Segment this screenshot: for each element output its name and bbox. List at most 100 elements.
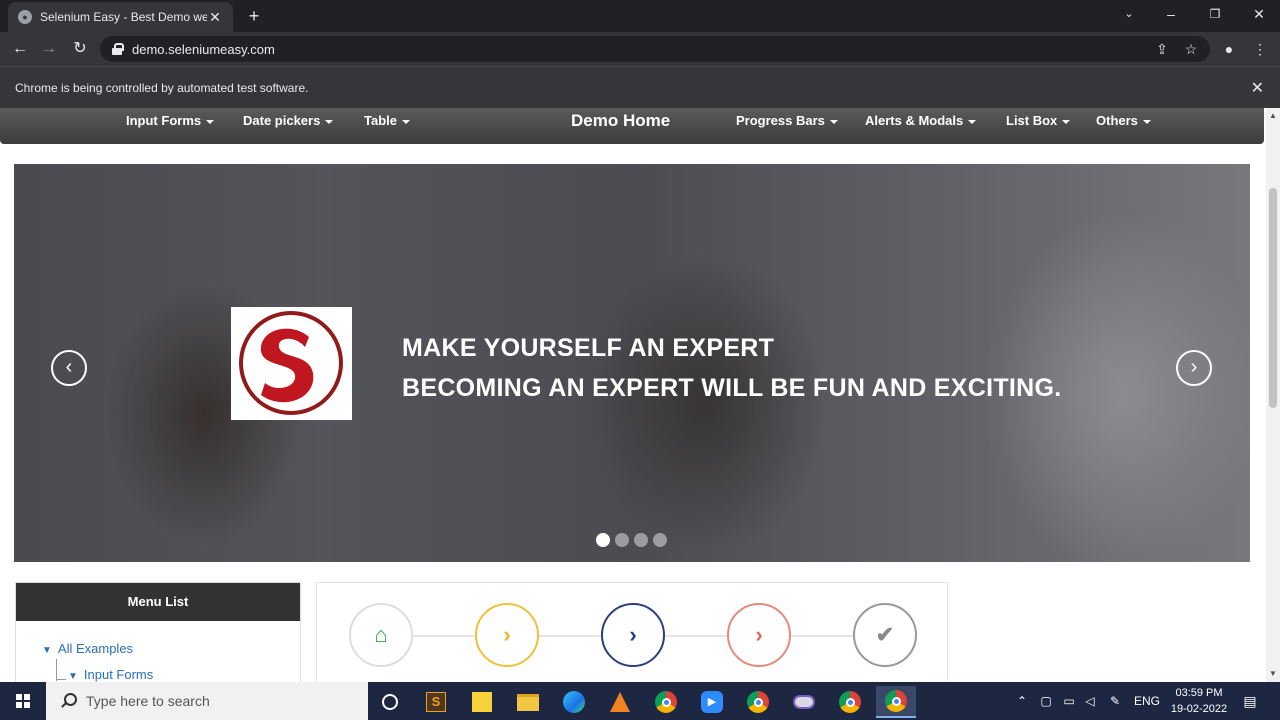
nav-date-pickers[interactable]: Date pickers [243, 113, 334, 128]
sublime-text-icon[interactable]: S [416, 686, 456, 718]
home-icon: ⌂ [374, 622, 388, 647]
meet-now-icon[interactable]: ▢ [1036, 682, 1056, 720]
nav-label: List Box [1006, 113, 1058, 128]
carousel-overlay [14, 164, 1250, 562]
nav-label: Alerts & Modals [865, 113, 964, 128]
start-button[interactable] [0, 682, 46, 720]
pen-icon[interactable]: ✎ [1104, 682, 1126, 720]
cortana-icon[interactable] [370, 686, 410, 718]
nav-label: Table [364, 113, 397, 128]
vlc-icon[interactable] [600, 686, 640, 718]
share-icon[interactable]: ⇪ [1152, 39, 1172, 59]
taskbar-clock[interactable]: 03:59 PM 19-02-2022 [1168, 685, 1230, 717]
hero-carousel: MAKE YOURSELF AN EXPERT BECOMING AN EXPE… [14, 164, 1250, 562]
tab-search-icon[interactable]: ⌄ [1106, 0, 1152, 30]
tree-item-all-examples[interactable]: ▼ All Examples [42, 641, 133, 656]
chevron-right-icon: › [629, 622, 637, 647]
step-home[interactable]: ⌂ [349, 603, 413, 667]
taskbar-search-placeholder: Type here to search [86, 693, 210, 709]
language-indicator[interactable]: ENG [1132, 682, 1162, 720]
carousel-dot[interactable] [596, 533, 610, 547]
scrollbar-thumb[interactable] [1269, 188, 1277, 408]
nav-label: Others [1096, 113, 1138, 128]
tab-close-icon[interactable]: ✕ [207, 9, 223, 26]
automation-infobar: Chrome is being controlled by automated … [0, 66, 1280, 108]
chrome-profile-icon[interactable] [830, 686, 870, 718]
globe-icon: ● [18, 10, 32, 24]
edge-icon[interactable] [554, 686, 594, 718]
scroll-up-icon[interactable]: ▲ [1269, 112, 1277, 120]
page-content: Input Forms Date pickers Table Demo Home… [0, 108, 1266, 682]
caret-down-icon [402, 119, 410, 124]
nav-alerts-modals[interactable]: Alerts & Modals [865, 113, 977, 128]
sticky-notes-icon[interactable] [462, 686, 502, 718]
carousel-indicators [596, 533, 667, 547]
address-bar[interactable]: demo.seleniumeasy.com [100, 36, 1210, 62]
carousel-dot[interactable] [653, 533, 667, 547]
infobar-text: Chrome is being controlled by automated … [15, 80, 309, 95]
tree-label: All Examples [57, 641, 134, 656]
browser-tab[interactable]: ● Selenium Easy - Best Demo webs ✕ [8, 2, 233, 32]
carousel-headline: MAKE YOURSELF AN EXPERT [402, 334, 775, 362]
carousel-subheadline: BECOMING AN EXPERT WILL BE FUN AND EXCIT… [402, 374, 1062, 402]
chevron-right-icon: › [755, 622, 763, 647]
chrome-profile-icon[interactable] [738, 686, 778, 718]
nav-input-forms[interactable]: Input Forms [126, 113, 215, 128]
carousel-next-icon[interactable]: › [1176, 350, 1212, 386]
carousel-prev-icon[interactable]: ‹ [51, 350, 87, 386]
menu-kebab-icon[interactable]: ⋮ [1250, 39, 1270, 59]
windows-logo-icon [16, 694, 30, 708]
scroll-down-icon[interactable]: ▼ [1269, 670, 1277, 678]
nav-table[interactable]: Table [364, 113, 410, 128]
windows-taskbar: Type here to search S ▶ ⌃ ▢ ▭ ◁ ✎ ENG 03… [0, 682, 1280, 720]
window-close-button[interactable]: ✕ [1236, 0, 1280, 30]
chevron-down-icon: ▼ [68, 671, 78, 682]
new-tab-button[interactable]: + [244, 6, 264, 26]
caret-down-icon [829, 119, 838, 124]
nav-demo-home[interactable]: Demo Home [571, 111, 670, 131]
tree-item-input-forms[interactable]: ▼ Input Forms [68, 667, 153, 682]
file-explorer-icon[interactable] [508, 686, 548, 718]
app-icon[interactable] [784, 686, 824, 718]
selenium-easy-logo [231, 307, 352, 420]
notifications-icon[interactable]: ▤ [1236, 682, 1264, 720]
check-icon: ✔ [875, 622, 895, 647]
minimize-button[interactable]: – [1148, 0, 1194, 30]
network-icon[interactable]: ▭ [1058, 682, 1080, 720]
zoom-icon[interactable]: ▶ [692, 686, 732, 718]
page-scrollbar[interactable]: ▲ ▼ [1266, 108, 1280, 682]
tree-connector [56, 679, 66, 680]
nav-label: Date pickers [243, 113, 321, 128]
chevron-right-icon: › [503, 622, 511, 647]
nav-list-box[interactable]: List Box [1006, 113, 1071, 128]
nav-progress-bars[interactable]: Progress Bars [736, 113, 838, 128]
reload-button[interactable]: ↻ [69, 38, 91, 60]
chrome-active-icon[interactable] [876, 686, 916, 718]
taskbar-search[interactable]: Type here to search [46, 682, 368, 720]
step-2[interactable]: › [475, 603, 539, 667]
bookmark-star-icon[interactable]: ☆ [1181, 39, 1201, 59]
step-3[interactable]: › [601, 603, 665, 667]
infobar-close-icon[interactable]: ✕ [1251, 78, 1264, 98]
menu-list-panel: Menu List ▼ All Examples ▼ Input Forms [15, 582, 301, 682]
step-done[interactable]: ✔ [853, 603, 917, 667]
restore-button[interactable]: ❐ [1192, 0, 1238, 30]
nav-label: Input Forms [126, 113, 202, 128]
carousel-dot[interactable] [615, 533, 629, 547]
step-4[interactable]: › [727, 603, 791, 667]
tray-overflow-icon[interactable]: ⌃ [1012, 682, 1032, 720]
caret-down-icon [1062, 119, 1071, 124]
carousel-dot[interactable] [634, 533, 648, 547]
forward-button[interactable]: → [38, 38, 60, 60]
caret-down-icon [325, 119, 334, 124]
chrome-icon[interactable] [646, 686, 686, 718]
profile-icon[interactable]: ● [1219, 39, 1239, 59]
nav-others[interactable]: Others [1096, 113, 1151, 128]
browser-titlebar: ● Selenium Easy - Best Demo webs ✕ + ⌄ –… [0, 0, 1280, 32]
back-button[interactable]: ← [9, 38, 31, 60]
lock-icon [112, 43, 124, 55]
tree-connector [56, 659, 57, 681]
menu-list-header: Menu List [16, 583, 300, 621]
volume-icon[interactable]: ◁ [1080, 682, 1100, 720]
nav-label: Progress Bars [736, 113, 825, 128]
